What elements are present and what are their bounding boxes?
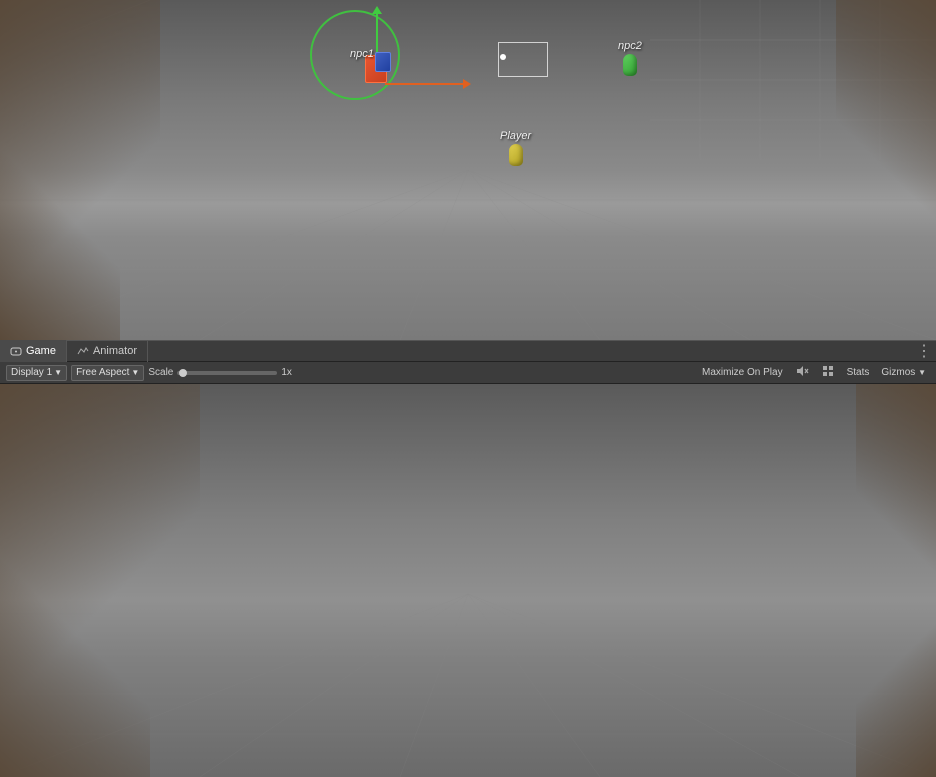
toolbar-tabs-row: Game Animator ⋮	[0, 340, 936, 362]
toolbar-right-group: Maximize On Play Stats Gizmos ▼	[698, 363, 930, 382]
stats-btn[interactable]: Stats	[843, 366, 874, 379]
aspect-chevron: ▼	[131, 368, 139, 377]
toolbar-more-btn[interactable]: ⋮	[916, 341, 936, 361]
gizmos-btn[interactable]: Gizmos ▼	[877, 366, 930, 379]
toolbar-tabs: Game Animator	[0, 340, 148, 362]
scale-slider[interactable]	[177, 371, 277, 375]
npc1-box-blue	[375, 52, 391, 72]
gamepad-icon	[10, 346, 22, 356]
scene-player: Player	[500, 130, 531, 166]
gizmos-chevron: ▼	[918, 368, 926, 377]
scene-npc1: npc1	[350, 48, 374, 60]
scale-label: Scale	[148, 367, 173, 378]
camera-frustum	[498, 42, 548, 77]
scene-npc1-label: npc1	[350, 48, 374, 60]
scene-npc2-label: npc2	[618, 40, 642, 52]
scale-thumb	[179, 369, 187, 377]
scene-grid-lines	[0, 0, 936, 340]
scene-npc2: npc2	[618, 40, 642, 76]
mute-icon	[795, 364, 809, 378]
scene-view[interactable]: npc1 npc2 Player	[0, 0, 936, 340]
maximize-label: Maximize On Play	[702, 367, 783, 378]
gizmos-label: Gizmos	[881, 367, 915, 378]
display-chevron: ▼	[54, 368, 62, 377]
scale-slider-container: 1x	[177, 367, 292, 378]
layers-btn[interactable]	[817, 363, 839, 382]
more-dots-icon: ⋮	[916, 343, 932, 360]
stats-label: Stats	[847, 367, 870, 378]
game-grid-lines	[0, 384, 936, 777]
mute-btn[interactable]	[791, 363, 813, 382]
aspect-dropdown[interactable]: Free Aspect ▼	[71, 365, 144, 381]
animator-icon	[77, 346, 89, 356]
layers-icon	[821, 364, 835, 378]
scene-player-label: Player	[500, 130, 531, 142]
scale-value: 1x	[281, 367, 292, 378]
maximize-btn[interactable]: Maximize On Play	[698, 366, 787, 379]
display-label: Display 1	[11, 367, 52, 378]
tab-animator-label: Animator	[93, 345, 137, 357]
right-arrow-gizmo	[385, 83, 465, 85]
tab-game-label: Game	[26, 345, 56, 357]
tab-game[interactable]: Game	[0, 340, 67, 362]
display-dropdown[interactable]: Display 1 ▼	[6, 365, 67, 381]
npc2-capsule-scene	[623, 54, 637, 76]
player-capsule-scene	[509, 144, 523, 166]
game-view[interactable]: npc1 npc2 Player	[0, 384, 936, 777]
tab-animator[interactable]: Animator	[67, 340, 148, 362]
game-toolbar: Display 1 ▼ Free Aspect ▼ Scale 1x Maxim…	[0, 362, 936, 384]
aspect-label: Free Aspect	[76, 367, 129, 378]
